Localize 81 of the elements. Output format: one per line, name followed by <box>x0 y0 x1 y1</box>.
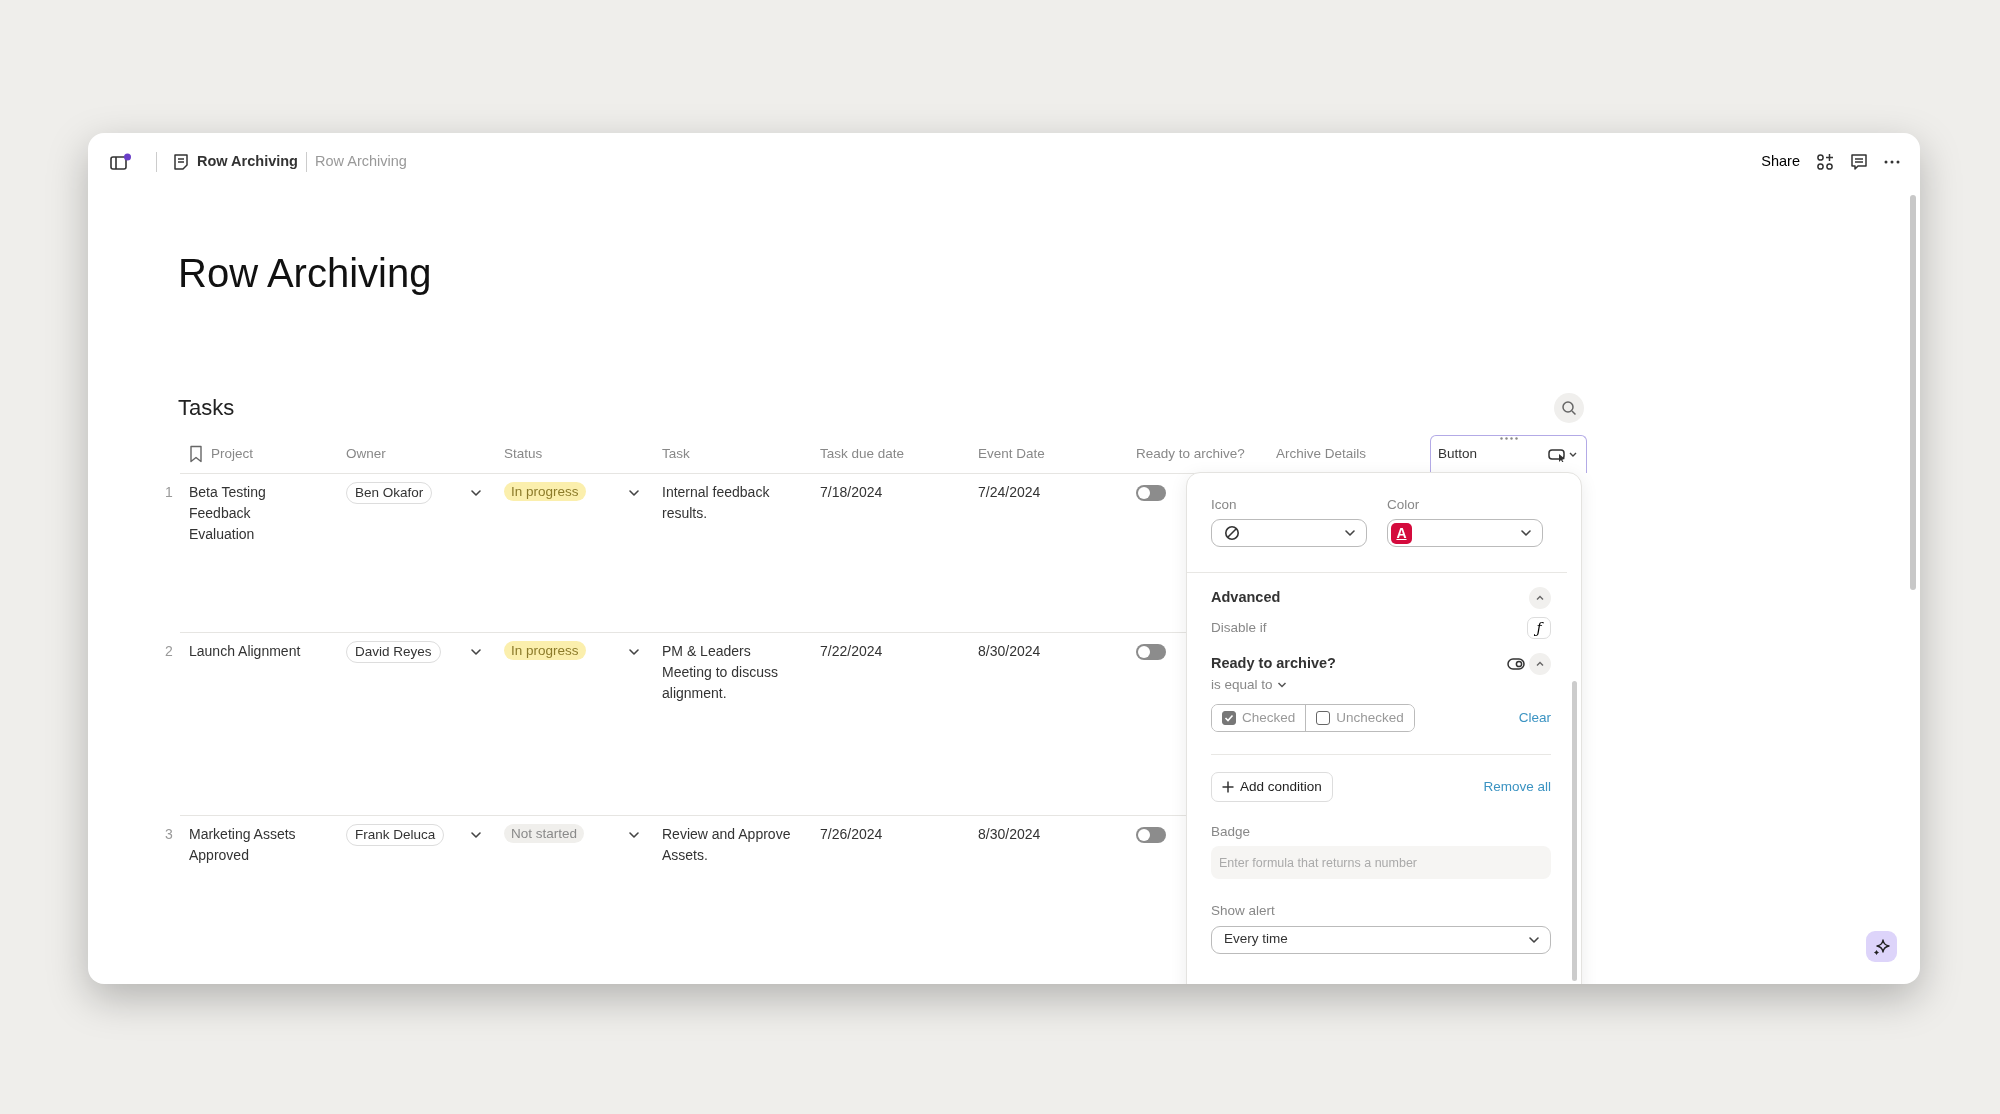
toggle-switch[interactable] <box>1136 644 1166 660</box>
color-select[interactable]: A <box>1387 519 1543 548</box>
column-header[interactable]: Archive Details <box>1269 435 1430 473</box>
alert-select[interactable]: Every time <box>1211 925 1551 954</box>
table-cell-text: 8/30/2024 <box>977 642 1042 661</box>
option-button[interactable]: Unchecked <box>1305 704 1414 731</box>
remove-all-link[interactable]: Remove all <box>1483 776 1551 797</box>
row-number: 1 <box>164 483 174 502</box>
icon-select[interactable] <box>1211 519 1367 548</box>
row-number: 2 <box>164 642 174 661</box>
toggle-switch[interactable] <box>1136 485 1166 501</box>
table-cell-text: PM & Leaders Meeting to discuss alignment. <box>661 642 779 703</box>
document-icon <box>173 153 189 171</box>
bookmark-icon <box>189 445 203 463</box>
owner-chip[interactable]: Ben Okafor <box>346 482 433 504</box>
breadcrumb-current: Row Archiving <box>315 152 407 172</box>
field-label: Color <box>1387 496 1421 514</box>
sparkle-icon <box>1872 937 1891 956</box>
chevron-down-icon <box>470 487 482 499</box>
table-cell-text: 7/24/2024 <box>977 483 1042 502</box>
prohibited-icon <box>1224 525 1240 542</box>
table-cell-text: Marketing Assets Approved <box>188 825 297 865</box>
row-number: 3 <box>164 825 174 844</box>
table-cell-text: Beta Testing Feedback Evaluation <box>188 483 267 544</box>
add-condition-button[interactable]: Add condition <box>1211 771 1333 802</box>
toggle-icon <box>1507 658 1525 671</box>
field-label: Badge <box>1211 823 1252 841</box>
sidebar-icon[interactable] <box>110 153 132 171</box>
owner-chip[interactable]: Frank Deluca <box>346 824 445 846</box>
column-header[interactable]: Ready to archive? <box>1129 435 1269 473</box>
scrollbar[interactable] <box>1910 195 1916 590</box>
chevron-down-icon <box>628 829 640 841</box>
page-title: Row Archiving <box>178 250 433 297</box>
scrollbar[interactable] <box>1572 681 1577 981</box>
clear-link[interactable]: Clear <box>1518 707 1551 728</box>
formula-button[interactable]: ƒ <box>1527 617 1551 640</box>
table-title: Tasks <box>178 394 235 422</box>
search-button[interactable] <box>1554 393 1584 423</box>
column-header[interactable]: Task <box>655 435 813 473</box>
operator-dropdown[interactable]: is equal to <box>1211 675 1287 696</box>
table-cell-text: Review and Approve Assets. <box>661 825 792 865</box>
chevron-down-icon <box>470 646 482 658</box>
search-icon <box>1561 400 1577 416</box>
breadcrumb-link[interactable]: Row Archiving <box>197 151 298 173</box>
field-label: Disable if <box>1211 619 1267 638</box>
table-cell-text: 7/18/2024 <box>819 483 884 502</box>
column-header[interactable]: Status <box>497 435 655 473</box>
field-label: Icon <box>1211 496 1238 514</box>
more-icon[interactable] <box>1884 159 1900 165</box>
ai-assistant-button[interactable] <box>1866 931 1897 962</box>
column-header[interactable]: Event Date <box>971 435 1129 473</box>
drag-handle-icon[interactable] <box>1499 437 1518 440</box>
color-swatch: A <box>1391 522 1412 544</box>
status-tag[interactable]: In progress <box>504 482 586 501</box>
share-button[interactable]: Share <box>1761 151 1800 173</box>
toggle-switch[interactable] <box>1136 827 1166 843</box>
collapse-button[interactable] <box>1529 587 1551 610</box>
chevron-down-icon <box>628 487 640 499</box>
plus-icon <box>1222 780 1234 793</box>
section-title: Advanced <box>1211 588 1281 608</box>
formula-input[interactable]: Enter formula that returns a number <box>1211 846 1551 880</box>
field-label: Show alert <box>1211 902 1276 921</box>
column-header[interactable]: Project <box>182 435 339 473</box>
column-header[interactable]: Owner <box>339 435 497 473</box>
collapse-button[interactable] <box>1529 653 1551 676</box>
table-cell-text: 7/22/2024 <box>819 642 884 661</box>
condition-field: Ready to archive? <box>1211 653 1336 676</box>
table-cell-text: Internal feedback results. <box>661 483 771 523</box>
status-tag[interactable]: Not started <box>504 824 585 843</box>
chevron-down-icon <box>628 646 640 658</box>
column-header[interactable]: Task due date <box>813 435 971 473</box>
chevron-down-icon <box>470 829 482 841</box>
comment-icon[interactable] <box>1850 153 1868 171</box>
table-cell-text: 7/26/2024 <box>819 825 884 844</box>
table-cell-text: Launch Alignment <box>188 642 302 661</box>
cursor-button-icon[interactable] <box>1548 447 1578 462</box>
table-cell-text: 8/30/2024 <box>977 825 1042 844</box>
status-tag[interactable]: In progress <box>504 641 586 660</box>
owner-chip[interactable]: David Reyes <box>346 641 441 663</box>
checkbox <box>1316 710 1331 725</box>
apps-icon[interactable] <box>1816 153 1834 171</box>
